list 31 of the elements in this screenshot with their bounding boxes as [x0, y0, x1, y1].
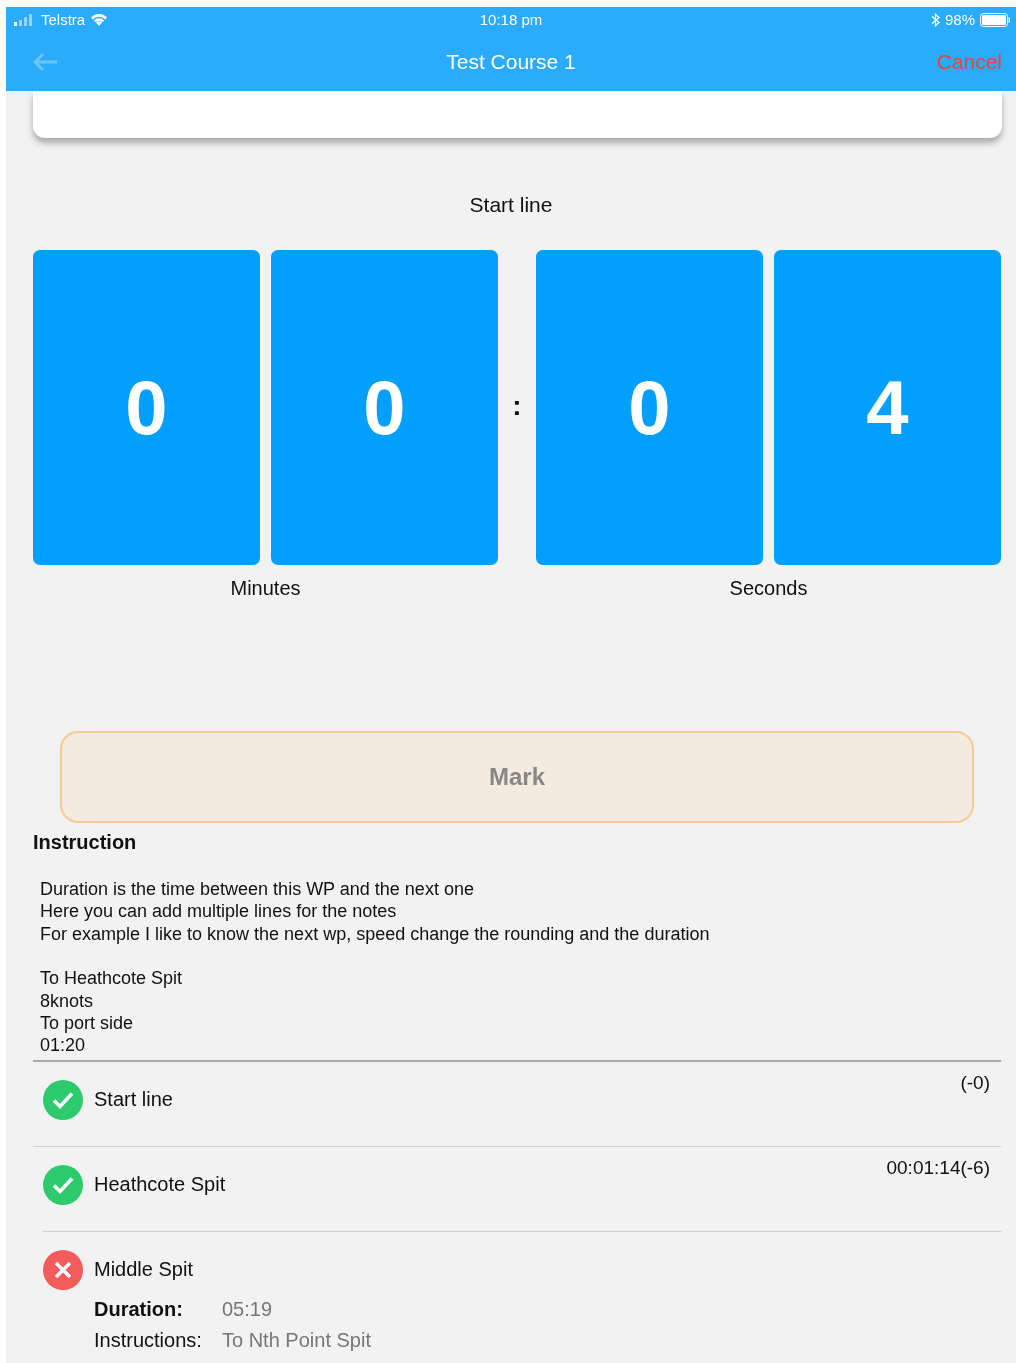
- waypoint-name: Heathcote Spit: [94, 1173, 227, 1197]
- battery-icon: [980, 12, 1010, 27]
- detail-value: To Nth Point Spit: [222, 1328, 371, 1352]
- back-arrow-icon: [32, 51, 58, 72]
- battery-percent: 98%: [944, 11, 975, 28]
- instruction-text: Duration is the time between this WP and the next one Here you can add multiple lines for the notes For example I like to know the next wp, speed change the rounding and the duration: [40, 878, 710, 946]
- detail-label: Instructions:: [94, 1328, 203, 1352]
- waypoint-name: Middle Spit: [94, 1258, 194, 1282]
- bluetooth-icon: [930, 12, 940, 27]
- digit-tile: 0: [33, 250, 260, 565]
- waypoint-name: Start line: [94, 1088, 174, 1112]
- waypoint-time: (-0): [960, 1071, 990, 1094]
- instruction-text: To Heathcote Spit 8knots To port side 01:20: [40, 967, 183, 1057]
- unit-label: Minutes: [230, 577, 301, 600]
- digit-tile: 0: [536, 250, 763, 565]
- carrier-name: Telstra: [41, 11, 86, 28]
- waypoint-time: 00:01:14(-6): [886, 1156, 990, 1179]
- status-time: 10:18 pm: [479, 11, 543, 28]
- time-separator: :: [511, 390, 523, 422]
- detail-label: Duration:: [94, 1297, 184, 1321]
- timer-title: Start line: [468, 193, 554, 217]
- screen-title: Test Course 1: [446, 49, 576, 74]
- wifi-icon: [90, 13, 109, 26]
- detail-value: 05:19: [222, 1297, 273, 1321]
- digit-tile: 4: [774, 250, 1001, 565]
- back-button[interactable]: [32, 51, 58, 72]
- unit-label: Seconds: [729, 577, 808, 600]
- waypoint-row[interactable]: Start line (-0): [33, 1061, 1001, 1147]
- waypoint-row[interactable]: Heathcote Spit 00:01:14(-6): [43, 1146, 1001, 1232]
- digit-tile: 0: [271, 250, 498, 565]
- section-heading: Instruction: [33, 831, 138, 854]
